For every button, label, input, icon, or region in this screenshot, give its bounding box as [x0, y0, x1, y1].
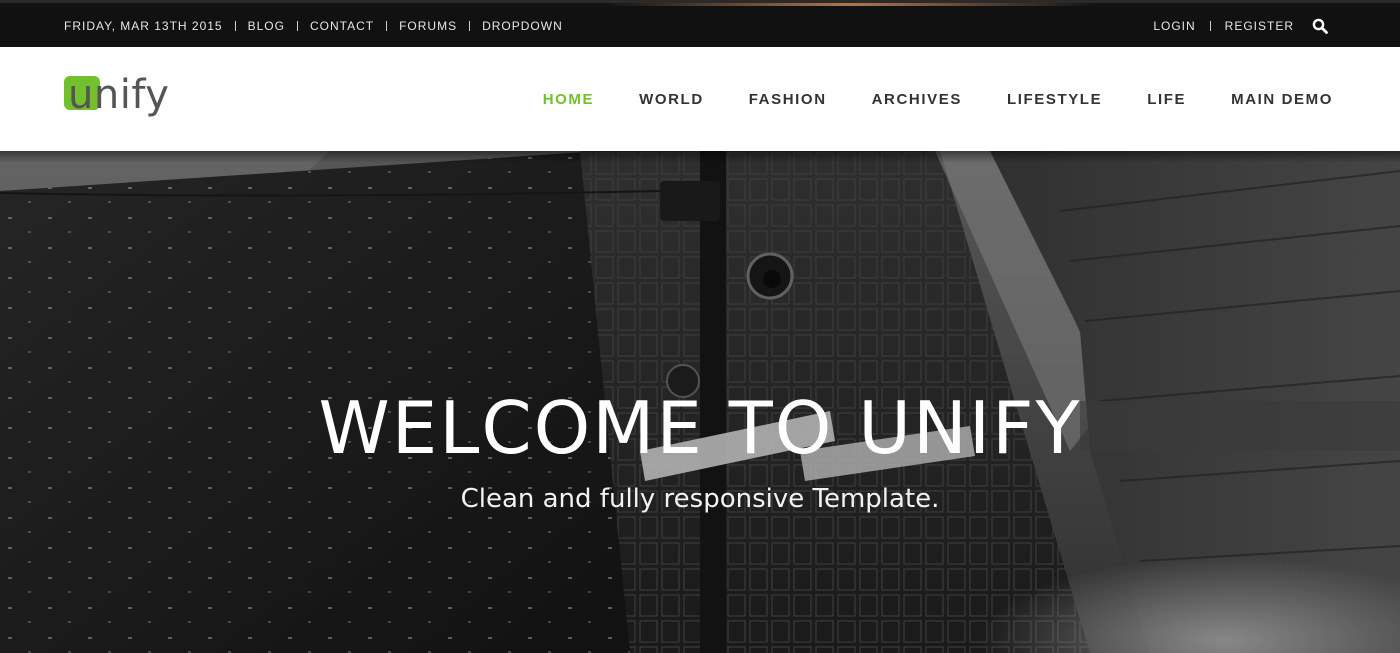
main-nav: HOME WORLD FASHION ARCHIVES LIFESTYLE LI…: [498, 88, 1333, 110]
nav-item-main-demo[interactable]: MAIN DEMO: [1231, 91, 1333, 108]
top-link-forums[interactable]: FORUMS: [387, 17, 469, 35]
top-link-contact[interactable]: CONTACT: [298, 17, 386, 35]
nav-item-home[interactable]: HOME: [543, 91, 594, 108]
hero-banner: WELCOME TO UNIFY Clean and fully respons…: [0, 151, 1400, 653]
nav-item-fashion[interactable]: FASHION: [749, 91, 827, 108]
hero-top-shadow: [0, 151, 1400, 163]
nav-item-lifestyle[interactable]: LIFESTYLE: [1007, 91, 1102, 108]
hero-title: WELCOME TO UNIFY: [318, 386, 1082, 470]
site-header: unify HOME WORLD FASHION ARCHIVES LIFEST…: [0, 47, 1400, 151]
search-icon[interactable]: [1312, 18, 1328, 34]
logo-text: unify: [68, 73, 169, 118]
current-date: FRIDAY, MAR 13TH 2015: [64, 19, 223, 33]
login-link[interactable]: LOGIN: [1139, 17, 1209, 35]
register-link[interactable]: REGISTER: [1211, 17, 1308, 35]
top-bar-left: FRIDAY, MAR 13TH 2015 BLOG CONTACT FORUM…: [64, 17, 575, 35]
nav-item-life[interactable]: LIFE: [1147, 91, 1186, 108]
top-link-blog[interactable]: BLOG: [236, 17, 297, 35]
site-logo[interactable]: unify: [64, 72, 184, 123]
top-bar-glow: [600, 3, 1100, 6]
top-bar-right: LOGIN REGISTER: [1139, 17, 1328, 35]
nav-item-archives[interactable]: ARCHIVES: [872, 91, 962, 108]
top-link-dropdown[interactable]: DROPDOWN: [470, 17, 575, 35]
hero-subtitle: Clean and fully responsive Template.: [460, 484, 940, 514]
nav-item-world[interactable]: WORLD: [639, 91, 704, 108]
top-bar: FRIDAY, MAR 13TH 2015 BLOG CONTACT FORUM…: [0, 0, 1400, 47]
